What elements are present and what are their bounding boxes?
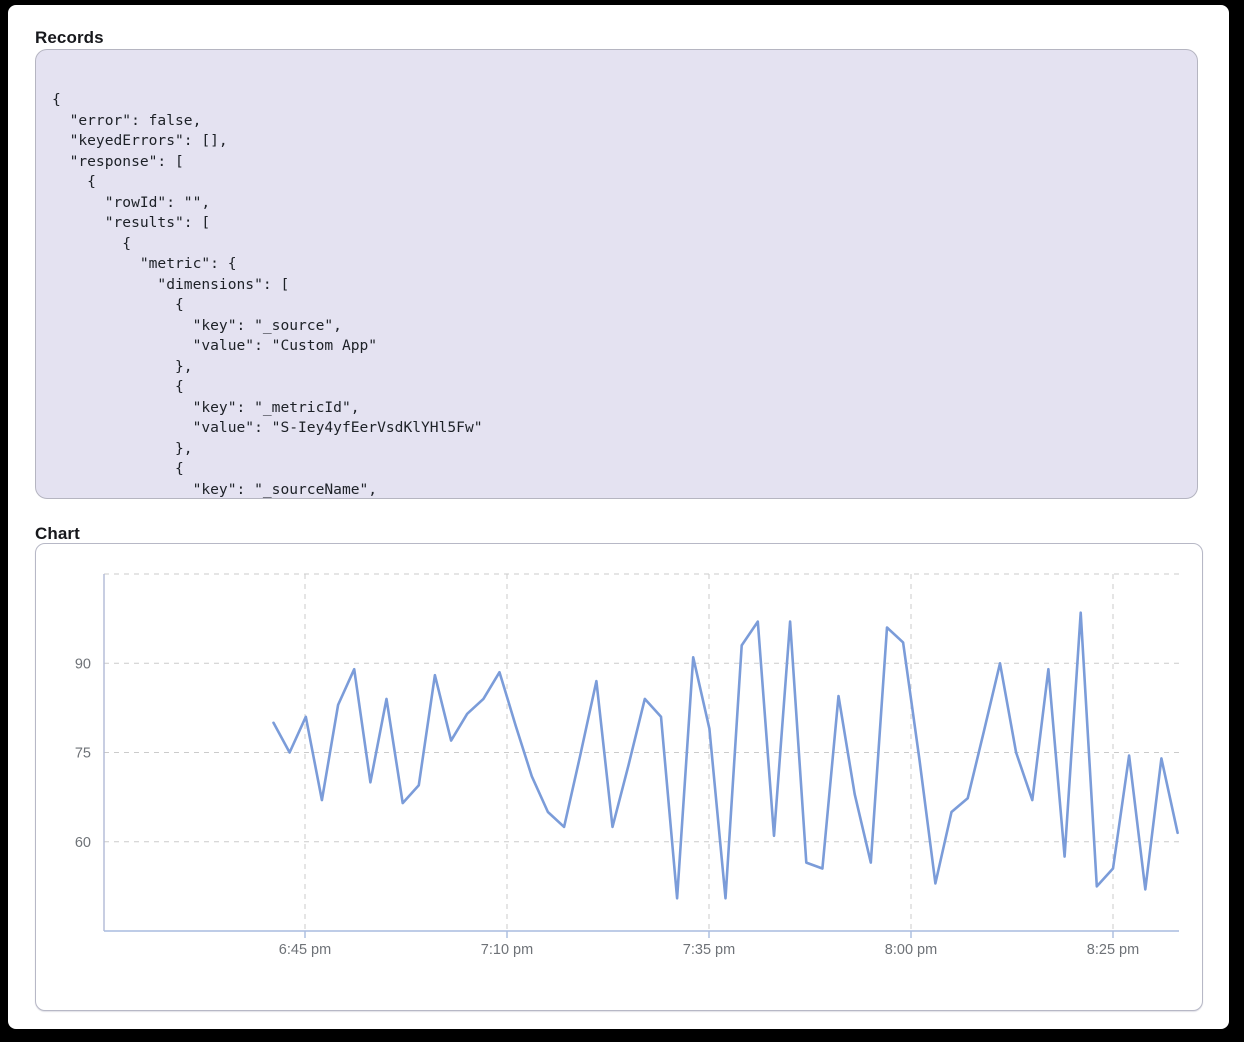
y-axis-label-75: 75 [75,746,91,762]
records-json-viewer[interactable]: { "error": false, "keyedErrors": [], "re… [35,49,1198,499]
metric-data-line[interactable] [274,613,1178,899]
x-axis-label-5: 8:25 pm [1087,942,1139,958]
x-axis-label-4: 8:00 pm [885,942,937,958]
metrics-results-page: { "records": { "title": "Records", "json… [0,0,1244,1042]
records-json-code: { "error": false, "keyedErrors": [], "re… [36,50,1197,499]
records-section-title: Records [35,28,104,48]
x-axis-label-1: 6:45 pm [279,942,331,958]
app-content-area: Records { "error": false, "keyedErrors":… [8,5,1229,1029]
x-axis-label-3: 7:35 pm [683,942,735,958]
x-axis-label-2: 7:10 pm [481,942,533,958]
metrics-chart-panel: 90 75 60 6:45 pm 7:10 pm 7:35 pm 8:00 pm 8:25 p… [35,543,1203,1011]
chart-section-title: Chart [35,524,80,544]
y-axis-label-60: 60 [75,835,91,851]
y-axis-label-90: 90 [75,656,91,672]
metrics-line-chart[interactable]: 90 75 60 6:45 pm 7:10 pm 7:35 pm 8:00 pm 8:25 p… [36,544,1202,1010]
